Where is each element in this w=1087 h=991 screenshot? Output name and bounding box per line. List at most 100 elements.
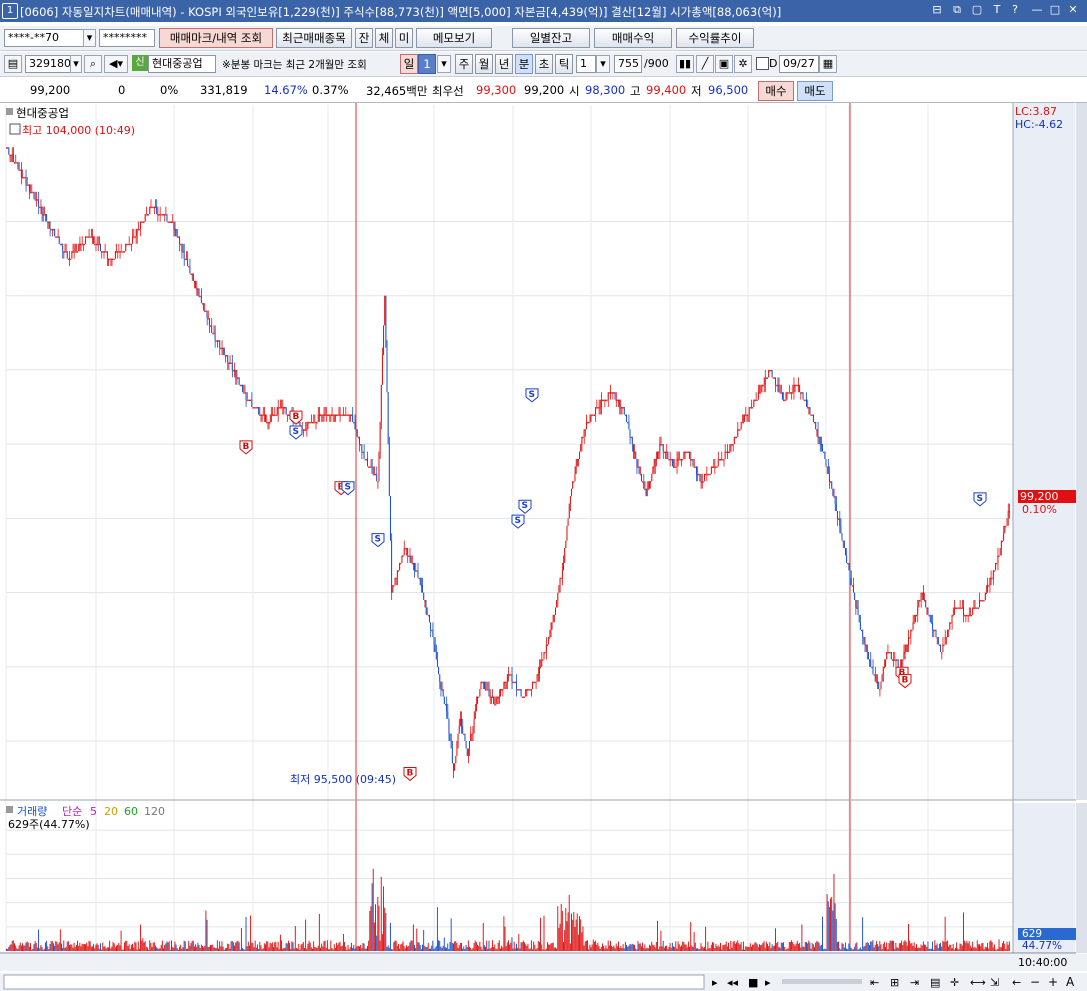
volume-bar: [444, 947, 446, 951]
volume-bar: [447, 943, 449, 951]
date-input[interactable]: 09/27: [779, 55, 819, 73]
period-minute-button[interactable]: 분: [515, 54, 533, 74]
daily-balance-button[interactable]: 일별잔고: [512, 28, 590, 48]
volume-bar: [927, 941, 929, 951]
candle-body: [188, 266, 190, 268]
period-second-button[interactable]: 초: [535, 54, 553, 74]
volume-bar: [301, 943, 303, 951]
candle-body: [909, 637, 911, 639]
horizontal-scrollbar[interactable]: [3, 974, 705, 990]
window-tile-icon[interactable]: ▢: [970, 3, 984, 17]
volume-scrollbar[interactable]: [1076, 803, 1087, 953]
zoom-out-range-icon[interactable]: ⇤: [870, 976, 879, 989]
period-dropdown-icon[interactable]: ▾: [437, 55, 451, 73]
calendar-icon[interactable]: ▦: [819, 55, 837, 73]
period-month-button[interactable]: 월: [475, 54, 493, 74]
close-icon[interactable]: ✕: [1066, 3, 1080, 17]
period-week-button[interactable]: 주: [455, 54, 473, 74]
crosshair-icon[interactable]: ✛: [950, 976, 959, 989]
candle-body: [86, 236, 88, 238]
candle-body: [470, 733, 472, 742]
zoom-reset-icon[interactable]: ⇲: [990, 976, 999, 989]
code-dropdown-icon[interactable]: ▾: [70, 55, 82, 73]
candle-body: [331, 414, 333, 416]
trade-lookup-button[interactable]: 매매마크/내역 조회: [159, 28, 273, 48]
volume-bar: [177, 949, 179, 951]
font-a-icon[interactable]: A: [1066, 975, 1075, 989]
candle-body: [753, 399, 755, 408]
period-day-button[interactable]: 일: [400, 54, 418, 74]
speaker-icon[interactable]: ◀▾: [104, 55, 128, 73]
candle-body: [422, 585, 423, 593]
scroll-left-end-icon[interactable]: ⇥: [910, 976, 919, 989]
window-menu-icon[interactable]: ⊟: [930, 3, 944, 17]
screen-menu-icon[interactable]: ▤: [4, 55, 22, 73]
zoom-out-icon[interactable]: −: [1030, 975, 1040, 989]
candle-body: [1003, 533, 1005, 541]
buy-button[interactable]: 매수: [758, 81, 794, 101]
scroll-right-icon[interactable]: ▸: [712, 976, 718, 989]
scroll-right-end-icon[interactable]: ▤: [930, 976, 940, 989]
sell-button[interactable]: 매도: [797, 81, 833, 101]
return-trend-button[interactable]: 수익률추이: [676, 28, 754, 48]
date-checkbox[interactable]: [756, 57, 769, 70]
candle-body: [817, 429, 819, 437]
volume-bar: [6, 948, 7, 951]
help-icon[interactable]: ?: [1008, 3, 1022, 17]
period-tick-button[interactable]: 틱: [555, 54, 573, 74]
settings-gear-icon[interactable]: ✲: [734, 55, 752, 73]
candle-body: [995, 562, 997, 571]
candle-body: [834, 496, 836, 504]
candle-body: [750, 407, 752, 409]
candle-body: [310, 421, 312, 424]
candle-body: [154, 206, 156, 209]
chart-type-icon[interactable]: ▮▮: [676, 55, 694, 73]
password-input[interactable]: ********: [99, 29, 155, 47]
pan-left-icon[interactable]: ←: [1012, 976, 1021, 989]
candle-body: [94, 243, 96, 246]
window-cascade-icon[interactable]: ⧉: [950, 3, 964, 17]
period-value-field[interactable]: 1: [418, 54, 436, 74]
recent-items-button[interactable]: 최근매매종목: [276, 28, 352, 48]
save-icon[interactable]: ▣: [715, 55, 733, 73]
volume-bar: [712, 942, 713, 951]
fit-icon[interactable]: ⟷: [970, 976, 986, 989]
period-year-button[interactable]: 년: [495, 54, 513, 74]
volume-bar: [149, 940, 151, 951]
interval-input[interactable]: 1: [576, 55, 596, 73]
maximize-icon[interactable]: □: [1048, 3, 1062, 17]
search-icon[interactable]: ⌕: [84, 55, 102, 73]
account-input[interactable]: ****-**70: [4, 29, 84, 47]
balance-button[interactable]: 잔: [355, 28, 373, 48]
font-size-icon[interactable]: T: [990, 3, 1004, 17]
count-input[interactable]: 755: [614, 55, 642, 73]
draw-line-icon[interactable]: ╱: [696, 55, 714, 73]
price-scrollbar[interactable]: [1076, 103, 1087, 800]
account-dropdown-icon[interactable]: ▾: [83, 29, 96, 47]
volume-bar: [356, 946, 358, 951]
volume-bar: [250, 915, 252, 951]
interval-dropdown-icon[interactable]: ▾: [596, 55, 610, 73]
candle-body: [783, 399, 785, 402]
panel-collapse-icon[interactable]: [6, 108, 13, 115]
volume-bar: [427, 942, 429, 951]
candle-body: [79, 243, 81, 246]
memo-button[interactable]: 메모보기: [416, 28, 492, 48]
zoom-fit-icon[interactable]: ⊞: [890, 976, 899, 989]
execution-button[interactable]: 체: [375, 28, 393, 48]
volume-bar: [809, 942, 811, 951]
stock-code-input[interactable]: 329180: [25, 55, 71, 73]
play-icon[interactable]: ▸: [765, 976, 771, 989]
candle-body: [193, 280, 195, 283]
trade-profit-button[interactable]: 매매수익: [594, 28, 672, 48]
stop-icon[interactable]: ■: [748, 976, 758, 989]
candle-body: [321, 414, 323, 416]
unfilled-button[interactable]: 미: [395, 28, 413, 48]
zoom-in-icon[interactable]: +: [1048, 975, 1058, 989]
minimize-icon[interactable]: —: [1030, 3, 1044, 17]
speed-slider[interactable]: [782, 979, 862, 984]
rewind-icon[interactable]: ◂◂: [727, 976, 739, 989]
volume-collapse-icon[interactable]: [6, 806, 13, 813]
candle-body: [769, 369, 771, 372]
candle-body: [490, 696, 492, 699]
